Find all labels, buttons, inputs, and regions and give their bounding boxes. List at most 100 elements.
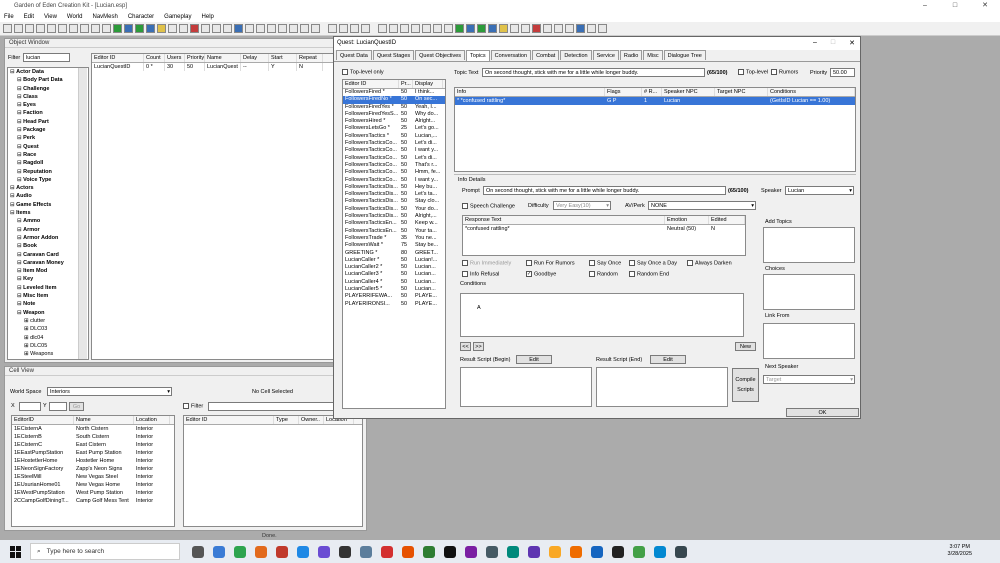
tree-node[interactable]: ⊟ Package — [10, 126, 88, 134]
toolbar-icon[interactable] — [124, 24, 133, 33]
toolbar-icon[interactable] — [102, 24, 111, 33]
column-header[interactable]: Users — [165, 54, 185, 62]
table-row[interactable]: LucianCaller * 50 Lucian!... — [343, 257, 445, 264]
flag-checkbox[interactable]: Random — [589, 271, 618, 277]
taskbar-app-icon[interactable] — [465, 545, 477, 558]
column-header[interactable]: Repeat — [297, 54, 323, 62]
toolbar-icon[interactable] — [212, 24, 221, 33]
toolbar-icon[interactable] — [179, 24, 188, 33]
cell-ref-list[interactable]: Editor ID Type Owner.. Location — [183, 415, 363, 527]
condition-next-button[interactable]: >> — [473, 342, 484, 351]
checkbox[interactable] — [629, 260, 635, 266]
taskbar-app-icon[interactable] — [402, 545, 414, 558]
filter-check[interactable]: Filter — [183, 403, 203, 409]
avperk-select[interactable]: NONE ▾ — [648, 201, 756, 210]
checkbox[interactable] — [462, 271, 468, 277]
column-header[interactable]: Owner.. — [299, 416, 324, 424]
column-header[interactable]: Delay — [241, 54, 269, 62]
table-row[interactable]: 2CCampGolfDiningT... Camp Golf Mess Tent I… — [12, 497, 174, 505]
toolbar-icon[interactable] — [554, 24, 563, 33]
conditions-list[interactable]: A — [460, 293, 744, 337]
checkbox[interactable] — [526, 260, 532, 266]
flag-checkbox[interactable]: Run For Rumors — [526, 260, 575, 266]
checkbox[interactable] — [687, 260, 693, 266]
taskbar-app-icon[interactable] — [612, 545, 624, 558]
toolbar-icon[interactable] — [300, 24, 309, 33]
toolbar-icon[interactable] — [361, 24, 370, 33]
dialog-close-button[interactable]: ✕ — [849, 39, 855, 47]
tree-node[interactable]: ⊟ Audio — [10, 192, 88, 200]
table-row[interactable]: PLAYERIRONSI... 50 PLAYE... — [343, 301, 445, 308]
taskbar-app-icon[interactable] — [360, 545, 372, 558]
toolbar-icon[interactable] — [389, 24, 398, 33]
table-row[interactable]: LucianQuestID 0 * 30 50 LucianQuest -- Y N — [92, 63, 335, 71]
table-row[interactable]: 1EUsurianHome01 New Vegas Home Interior — [12, 481, 174, 489]
choices-list[interactable] — [763, 274, 855, 310]
tab-combat[interactable]: Combat — [532, 50, 560, 60]
compile-scripts-button[interactable]: Compile Scripts — [732, 368, 759, 402]
table-row[interactable]: 1ECisternA North Cistern Interior — [12, 425, 174, 433]
priority-input[interactable]: 50.00 — [830, 68, 855, 77]
taskbar-app-icon[interactable] — [591, 545, 603, 558]
go-button[interactable]: Go — [69, 402, 84, 411]
target-select[interactable]: Target ▾ — [763, 375, 855, 384]
table-row[interactable]: 1ECisternC East Cistern Interior — [12, 441, 174, 449]
toolbar-icon[interactable] — [14, 24, 23, 33]
tree-node[interactable]: ⊟ Armor Addon — [10, 234, 88, 242]
tree-node[interactable]: ⊟ Reputation — [10, 168, 88, 176]
link-from-list[interactable] — [763, 323, 855, 359]
flag-checkbox[interactable]: Info Refusal — [462, 271, 499, 277]
toolbar-icon[interactable] — [510, 24, 519, 33]
toolbar-icon[interactable] — [543, 24, 552, 33]
taskbar-app-icon[interactable] — [570, 545, 582, 558]
table-row[interactable]: FollowersTacticsDis... 50 Stay clo... — [343, 198, 445, 205]
toolbar-icon[interactable] — [400, 24, 409, 33]
speaker-select[interactable]: Lucian ▾ — [785, 186, 854, 195]
taskbar-app-icon[interactable] — [213, 545, 225, 558]
column-header[interactable]: Editor ID — [92, 54, 144, 62]
table-row[interactable]: FollowersTacticsCo... 50 That's r... — [343, 162, 445, 169]
table-row[interactable]: FollowersTactics * 50 Lucian,... — [343, 133, 445, 140]
menu-item[interactable]: World — [67, 14, 83, 20]
menu-item[interactable]: Edit — [24, 14, 34, 20]
checkbox[interactable] — [629, 271, 635, 277]
tree-node[interactable]: ⊟ Actors — [10, 184, 88, 192]
toolbar-icon[interactable] — [267, 24, 276, 33]
table-row[interactable]: FollowersTacticsCo... 50 Let's di... — [343, 155, 445, 162]
toolbar-icon[interactable] — [3, 24, 12, 33]
column-header[interactable]: Type — [274, 416, 299, 424]
taskbar-app-icon[interactable] — [528, 545, 540, 558]
toolbar-icon[interactable] — [455, 24, 464, 33]
table-row[interactable]: FollowersTacticsEn... 50 Your ta... — [343, 228, 445, 235]
toolbar-icon[interactable] — [328, 24, 337, 33]
toolbar-icon[interactable] — [350, 24, 359, 33]
response-list[interactable]: Response Text Emotion Edited *confused ratt… — [462, 215, 746, 256]
flag-checkbox[interactable]: Run Immediately — [462, 260, 511, 266]
column-header[interactable]: Priority — [185, 54, 205, 62]
column-header[interactable]: EditorID — [12, 416, 74, 424]
table-row[interactable]: FollowersTacticsDis... 50 Hey bu... — [343, 184, 445, 191]
toolbar-icon[interactable] — [190, 24, 199, 33]
toolbar-icon[interactable] — [422, 24, 431, 33]
topic-text-input[interactable]: On second thought, stick with me for a l… — [482, 68, 705, 77]
tree-node[interactable]: ⊟ Actor Data — [10, 68, 88, 76]
column-header[interactable]: Edited — [709, 216, 745, 224]
toolbar-icon[interactable] — [339, 24, 348, 33]
taskbar-app-icon[interactable] — [255, 545, 267, 558]
table-row[interactable]: FollowersTacticsEn... 50 Keep w... — [343, 220, 445, 227]
table-row[interactable]: GREETING * 80 GREET... — [343, 250, 445, 257]
table-row[interactable]: FollowersHired * 50 Alright... — [343, 118, 445, 125]
column-header[interactable]: Pr... — [399, 80, 413, 88]
tab-quest-data[interactable]: Quest Data — [336, 50, 372, 60]
toolbar-icon[interactable] — [466, 24, 475, 33]
column-header[interactable]: # R... — [642, 88, 662, 96]
toolbar-icon[interactable] — [234, 24, 243, 33]
toolbar-icon[interactable] — [289, 24, 298, 33]
toolbar-icon[interactable] — [91, 24, 100, 33]
tree-node[interactable]: ⊞ DLC03 — [10, 325, 88, 333]
prompt-input[interactable]: On second thought, stick with me for a l… — [483, 186, 726, 195]
table-row[interactable]: FollowersTacticsDis... 50 Your do... — [343, 206, 445, 213]
column-header[interactable]: Count — [144, 54, 165, 62]
tree-node[interactable]: ⊟ Caravan Money — [10, 259, 88, 267]
object-tree[interactable]: ⊟ Actor Data ⊟ Body Part Data ⊟ Challenge ⊟… — [7, 67, 89, 360]
